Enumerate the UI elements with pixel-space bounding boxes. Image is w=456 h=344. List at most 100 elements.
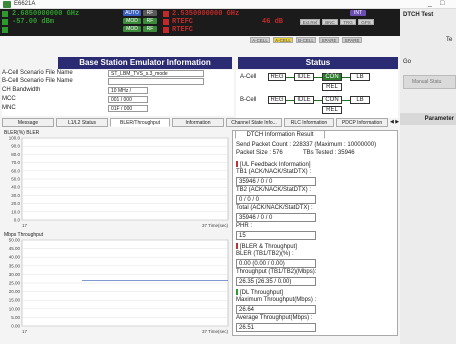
section-marker-icon	[236, 161, 238, 167]
b-indicator-icon	[163, 11, 169, 17]
y-tick-label: 35.00	[9, 263, 21, 268]
phr-value: 15	[236, 231, 316, 240]
y-tick-label: 0.00	[11, 324, 20, 329]
packet-size: Packet Size : 576	[236, 150, 283, 156]
a-cell-frequency: 2.6850000000 GHz	[12, 10, 80, 18]
max-throughput-value: 26.64	[236, 305, 316, 314]
y-tick-label: 30.0	[11, 193, 20, 198]
max-throughput-label: Maximum Throughput(Mbps) :	[236, 297, 317, 303]
y-tick-label: 25.00	[9, 281, 21, 286]
rf3-led: RF	[143, 26, 157, 32]
y-tick-label: 20.0	[11, 201, 20, 206]
bler-chart-panel: BLER(%) BLER 100.0 90.0 80.0 70.0 60.0 50.0 40…	[2, 130, 230, 230]
y-tick-label: 60.0	[11, 168, 20, 173]
ch-bandwidth-value: 10 MHz /	[108, 87, 148, 94]
b-cell-button[interactable]: B-CELL	[296, 37, 316, 43]
tab-message[interactable]: Message	[2, 118, 54, 127]
b-cell-level: 46 dB	[262, 18, 284, 26]
status-header: Status	[238, 57, 398, 69]
y-tick-label: 90.0	[11, 144, 20, 149]
dtch-result-panel: DTCH Information Result Send Packet Coun…	[232, 130, 398, 336]
spare-button-1[interactable]: SPARE	[319, 37, 339, 43]
y-tick-label: 20.00	[9, 289, 21, 294]
parameter-header[interactable]: Parameter	[400, 113, 456, 125]
extref-button[interactable]: Ext.Ref	[300, 19, 320, 25]
y-tick-label: 10.00	[9, 306, 21, 311]
bcell-lb-state: LB	[350, 96, 370, 104]
bler-value: 0.00 (0.00 / 0.00)	[236, 259, 316, 268]
manual-status-button[interactable]: Manual Statu	[403, 75, 456, 89]
b2-indicator-icon	[163, 19, 169, 25]
connector	[314, 100, 322, 101]
avg-throughput-value: 26.51	[236, 323, 316, 332]
bcell-idle-state: IDLE	[294, 96, 314, 104]
window-title: E6621A	[14, 1, 36, 7]
y-tick-label: 40.00	[9, 255, 21, 260]
connector	[314, 77, 322, 78]
acell-scenario-label: A-Cell Scenario File Name	[2, 70, 73, 76]
y-tick-label: 40.0	[11, 185, 20, 190]
bcell-scenario-value	[108, 78, 204, 85]
b-cell-frequency: 2.5350000000 GHz	[172, 10, 240, 18]
trg-button[interactable]: TRG	[340, 19, 356, 25]
tab-rlc-information[interactable]: RLC Information	[284, 118, 334, 127]
maximize-button[interactable]: □	[440, 0, 444, 7]
bse-info-header: Base Station Emulator Information	[58, 57, 232, 69]
bcell-label: B-Cell	[240, 97, 257, 103]
acell-idle-state: IDLE	[294, 73, 314, 81]
y-tick-label: 30.00	[9, 272, 21, 277]
tb1-value: 35946 / 0 / 0	[236, 177, 316, 186]
mcc-value: 001 / 000	[108, 96, 148, 103]
tab-l1l2-status[interactable]: L1/L2 Status	[56, 118, 108, 127]
dl-throughput-section: [DL Throughput]	[236, 289, 283, 296]
section-marker-icon	[236, 289, 238, 295]
x-tick-label-right: 37 Time(sec)	[202, 223, 229, 228]
throughput-chart-panel: Mbps Throughput 50.00 45.00 40.00 35.00 30.0…	[2, 232, 230, 336]
bler-throughput-section: [BLER & Throughput]	[236, 243, 297, 250]
right-item-te[interactable]: Te	[446, 37, 452, 43]
bnc-button[interactable]: BNC	[322, 19, 338, 25]
right-item-go[interactable]: Go	[403, 59, 411, 65]
tab-pdcp-information[interactable]: PDCP Information	[336, 118, 388, 127]
total-value: 35946 / 0 / 0	[236, 213, 316, 222]
bcell-scenario-label: B-Cell Scenario File Name	[2, 78, 73, 84]
rf-led: RF	[143, 10, 157, 16]
b-cell-indicator-icon	[2, 19, 8, 25]
y-tick-label: 70.0	[11, 160, 20, 165]
tab-channel-state-info[interactable]: Channel State Info...	[226, 118, 282, 127]
tab-scroll-arrows[interactable]: ◀ ▶	[390, 119, 399, 125]
bcell-rel-state: REL	[322, 106, 342, 114]
section-marker-icon	[236, 243, 238, 249]
bler-label: BLER (TB1/TB2)(%) :	[236, 251, 294, 257]
mod-led: MOD	[123, 18, 141, 24]
tab-bler-throughput[interactable]: BLER/Throughput	[110, 118, 170, 127]
connector	[286, 100, 294, 101]
tb2-label: TB2 (ACK/NACK/StatDTX) :	[236, 187, 312, 193]
bcell-con-state: CON	[322, 96, 342, 104]
ch-bandwidth-label: CH Bandwidth	[2, 87, 41, 93]
tab-dtch-result[interactable]: DTCH Information Result	[235, 130, 325, 139]
a-cell-indicator-icon	[2, 11, 8, 17]
a-cell-button[interactable]: A-CELL	[273, 37, 293, 43]
tab-bar: Message L1/L2 Status BLER/Throughput Inf…	[2, 118, 400, 128]
bler-chart: 100.0 90.0 80.0 70.0 60.0 50.0 40.0 30.0 20.0 10.…	[9, 136, 229, 228]
y-tick-label: 15.00	[9, 298, 21, 303]
bcell-reg-state: REG	[268, 96, 286, 104]
right-panel: DTCH Test Te Go Manual Statu Parameter	[400, 9, 456, 344]
cell-selector-bar: A-CELL A-CELL B-CELL SPARE SPARE	[250, 37, 400, 44]
mod3-led: MOD	[123, 26, 141, 32]
tb2-value: 0 / 0 / 0	[236, 195, 316, 204]
cell-a-chip[interactable]: A-CELL	[250, 37, 270, 43]
acell-rel-state: REL	[322, 83, 342, 91]
tab-information[interactable]: Information	[172, 118, 224, 127]
mnc-value: 01F / 000	[108, 105, 148, 112]
gps-button[interactable]: GPS	[358, 19, 374, 25]
y-tick-label: 10.0	[11, 209, 20, 214]
frequency-panel: 2.6850000000 GHz -57.00 dBm AUTO RF MOD …	[0, 9, 400, 36]
acell-label: A-Cell	[240, 74, 257, 80]
spare-button-2[interactable]: SPARE	[342, 37, 362, 43]
minimize-button[interactable]: _	[428, 0, 432, 7]
send-packet-count: Send Packet Count : 228337 (Maximum : 10…	[236, 142, 377, 148]
x-tick-label-right: 37 Time(sec)	[202, 329, 229, 334]
y-tick-label: 100.0	[9, 136, 21, 141]
